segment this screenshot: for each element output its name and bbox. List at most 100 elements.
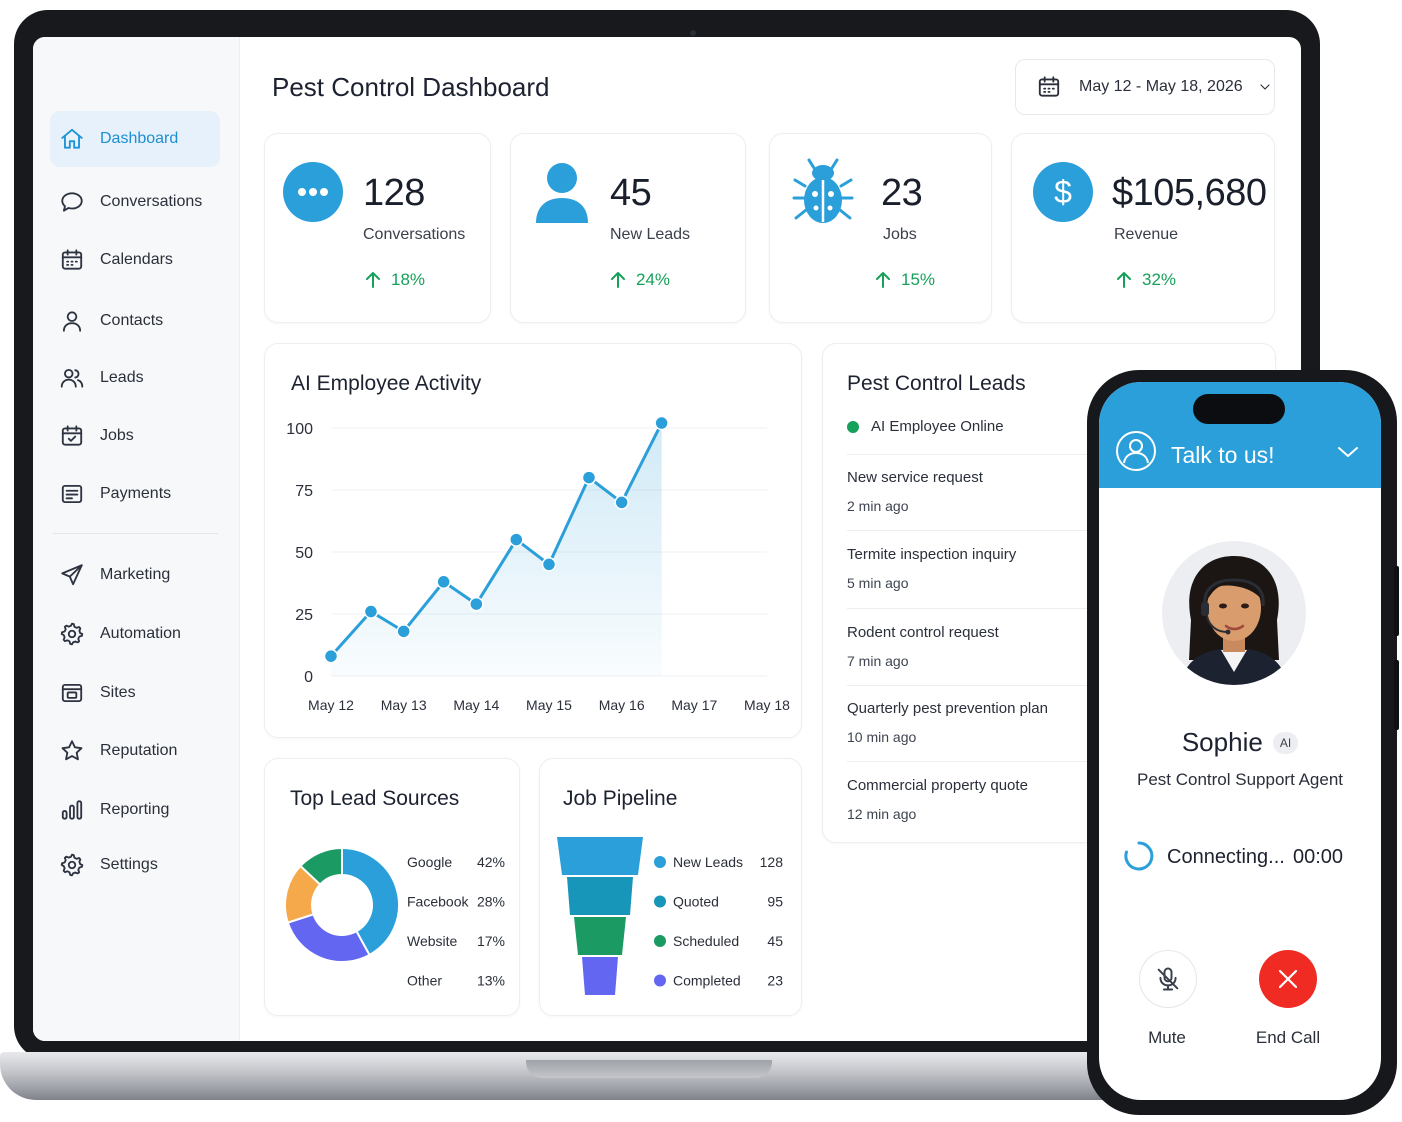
sidebar-item-label: Settings <box>100 856 158 873</box>
mute-label: Mute <box>1148 1028 1186 1047</box>
funnel-stage <box>582 957 618 995</box>
stat-value: 128 <box>363 172 425 214</box>
online-indicator <box>847 420 859 433</box>
sidebar-item-marketing[interactable]: Marketing <box>50 547 220 603</box>
stat-card-conversations[interactable]: 128 Conversations 18% <box>264 133 491 323</box>
job-pipeline-funnel: New Leads 128 Quoted 95 Scheduled 45 Completed… <box>557 837 783 995</box>
y-tick-label: 75 <box>295 483 313 500</box>
legend-dot <box>654 895 666 908</box>
chat-widget-header[interactable]: Talk to us! <box>1099 382 1381 488</box>
lead-time: 5 min ago <box>847 575 909 591</box>
y-tick-label: 25 <box>295 607 313 624</box>
settings-icon <box>59 852 85 878</box>
stat-trend: 32% <box>1116 270 1176 290</box>
lead-title: New service request <box>847 469 983 486</box>
x-tick-label: May 16 <box>599 697 645 713</box>
lead-divider <box>847 685 1097 686</box>
loading-spinner-icon <box>1124 841 1154 871</box>
sidebar-item-jobs[interactable]: Jobs <box>50 408 220 464</box>
x-tick-label: May 14 <box>453 697 499 713</box>
stat-label: Revenue <box>1114 226 1179 243</box>
chat-bubble-icon <box>59 189 85 215</box>
y-tick-label: 0 <box>304 669 313 686</box>
x-tick-label: May 15 <box>526 697 572 713</box>
call-status: Connecting... <box>1167 846 1285 868</box>
legend-label: Quoted <box>673 894 719 910</box>
sidebar-item-leads[interactable]: Leads <box>50 350 220 406</box>
stat-card-revenue[interactable]: $ $105,680 Revenue 32% <box>1011 133 1275 323</box>
sidebar-item-label: Reputation <box>100 742 178 759</box>
chevron-down-icon[interactable] <box>1337 444 1359 460</box>
lead-item[interactable]: Termite inspection inquiry 5 min ago <box>847 546 1097 591</box>
legend-value: 95 <box>767 894 783 910</box>
online-status-label: AI Employee Online <box>871 418 1004 435</box>
lead-item[interactable]: Commercial property quote 12 min ago <box>847 777 1097 822</box>
legend-value: 13% <box>477 973 505 989</box>
mute-button[interactable] <box>1139 950 1197 1008</box>
lead-item[interactable]: Rodent control request 7 min ago <box>847 624 1097 669</box>
user-icon <box>59 308 85 334</box>
close-icon <box>1278 969 1298 989</box>
sidebar-item-sites[interactable]: Sites <box>50 665 220 721</box>
legend-value: 23 <box>767 973 783 989</box>
lead-divider <box>847 530 1097 531</box>
lead-time: 10 min ago <box>847 729 917 745</box>
lead-item[interactable]: New service request 2 min ago <box>847 469 1097 514</box>
legend-label: Completed <box>673 973 741 989</box>
stat-value: 23 <box>881 172 923 214</box>
sidebar-item-automation[interactable]: Automation <box>50 606 220 662</box>
sidebar-item-calendars[interactable]: Calendars <box>50 232 220 288</box>
stat-trend: 15% <box>875 270 935 290</box>
stat-card-jobs[interactable]: 23 Jobs 15% <box>769 133 992 323</box>
sidebar-item-label: Sites <box>100 684 136 701</box>
lead-title: Termite inspection inquiry <box>847 546 1017 563</box>
stat-label: New Leads <box>610 226 691 243</box>
job-pipeline-card: Job Pipeline New Leads 128 Quoted 95 Schedul… <box>539 758 802 1016</box>
arrow-up-icon <box>366 272 380 288</box>
legend-label: Website <box>407 933 458 949</box>
activity-chart: 0 25 50 75 100 May 12 May 13 May 14 May 15 May 16… <box>286 415 790 713</box>
sidebar-item-label: Leads <box>100 369 144 386</box>
funnel-stage <box>557 837 643 875</box>
funnel-stage <box>574 917 626 955</box>
home-icon <box>59 126 85 152</box>
stat-label: Conversations <box>363 226 466 243</box>
leads-title: Pest Control Leads <box>847 372 1026 395</box>
stat-change: 15% <box>901 270 936 289</box>
lead-time: 12 min ago <box>847 806 917 822</box>
legend-label: Google <box>407 854 452 870</box>
gear-icon <box>59 621 85 647</box>
chevron-down-icon <box>1257 79 1273 95</box>
sidebar-item-label: Marketing <box>100 566 171 583</box>
person-icon <box>536 163 588 223</box>
call-timer: 00:00 <box>1293 846 1344 868</box>
end-call-button[interactable] <box>1259 950 1317 1008</box>
legend-dot <box>654 974 666 987</box>
legend-dot <box>654 935 666 947</box>
sidebar-item-reputation[interactable]: Reputation <box>50 723 220 779</box>
donut-slice <box>286 913 371 963</box>
sidebar-item-dashboard[interactable]: Dashboard <box>50 111 220 167</box>
sidebar-item-payments[interactable]: Payments <box>50 466 220 522</box>
x-tick-label: May 13 <box>381 697 427 713</box>
x-tick-label: May 18 <box>744 697 790 713</box>
sidebar-item-settings[interactable]: Settings <box>50 837 220 893</box>
data-point <box>541 557 557 572</box>
sidebar-divider <box>53 533 218 534</box>
stat-card-new-leads[interactable]: 45 New Leads 24% <box>510 133 746 323</box>
agent-avatar <box>1162 541 1306 685</box>
paper-plane-icon <box>59 562 85 588</box>
x-tick-label: May 17 <box>671 697 717 713</box>
users-icon <box>59 365 85 391</box>
dollar-icon: $ <box>1033 162 1093 222</box>
lead-item[interactable]: Quarterly pest prevention plan 10 min ag… <box>847 700 1097 745</box>
sidebar-item-contacts[interactable]: Contacts <box>50 293 220 349</box>
arrow-up-icon <box>611 272 625 288</box>
legend-label: Other <box>407 973 442 989</box>
sidebar-item-reporting[interactable]: Reporting <box>50 782 220 838</box>
legend-label: Facebook <box>407 894 469 910</box>
sidebar-item-conversations[interactable]: Conversations <box>50 174 220 230</box>
date-range-picker[interactable]: May 12 - May 18, 2026 <box>1015 59 1275 115</box>
agent-role: Pest Control Support Agent <box>1136 770 1344 789</box>
sidebar-item-label: Payments <box>100 485 172 502</box>
